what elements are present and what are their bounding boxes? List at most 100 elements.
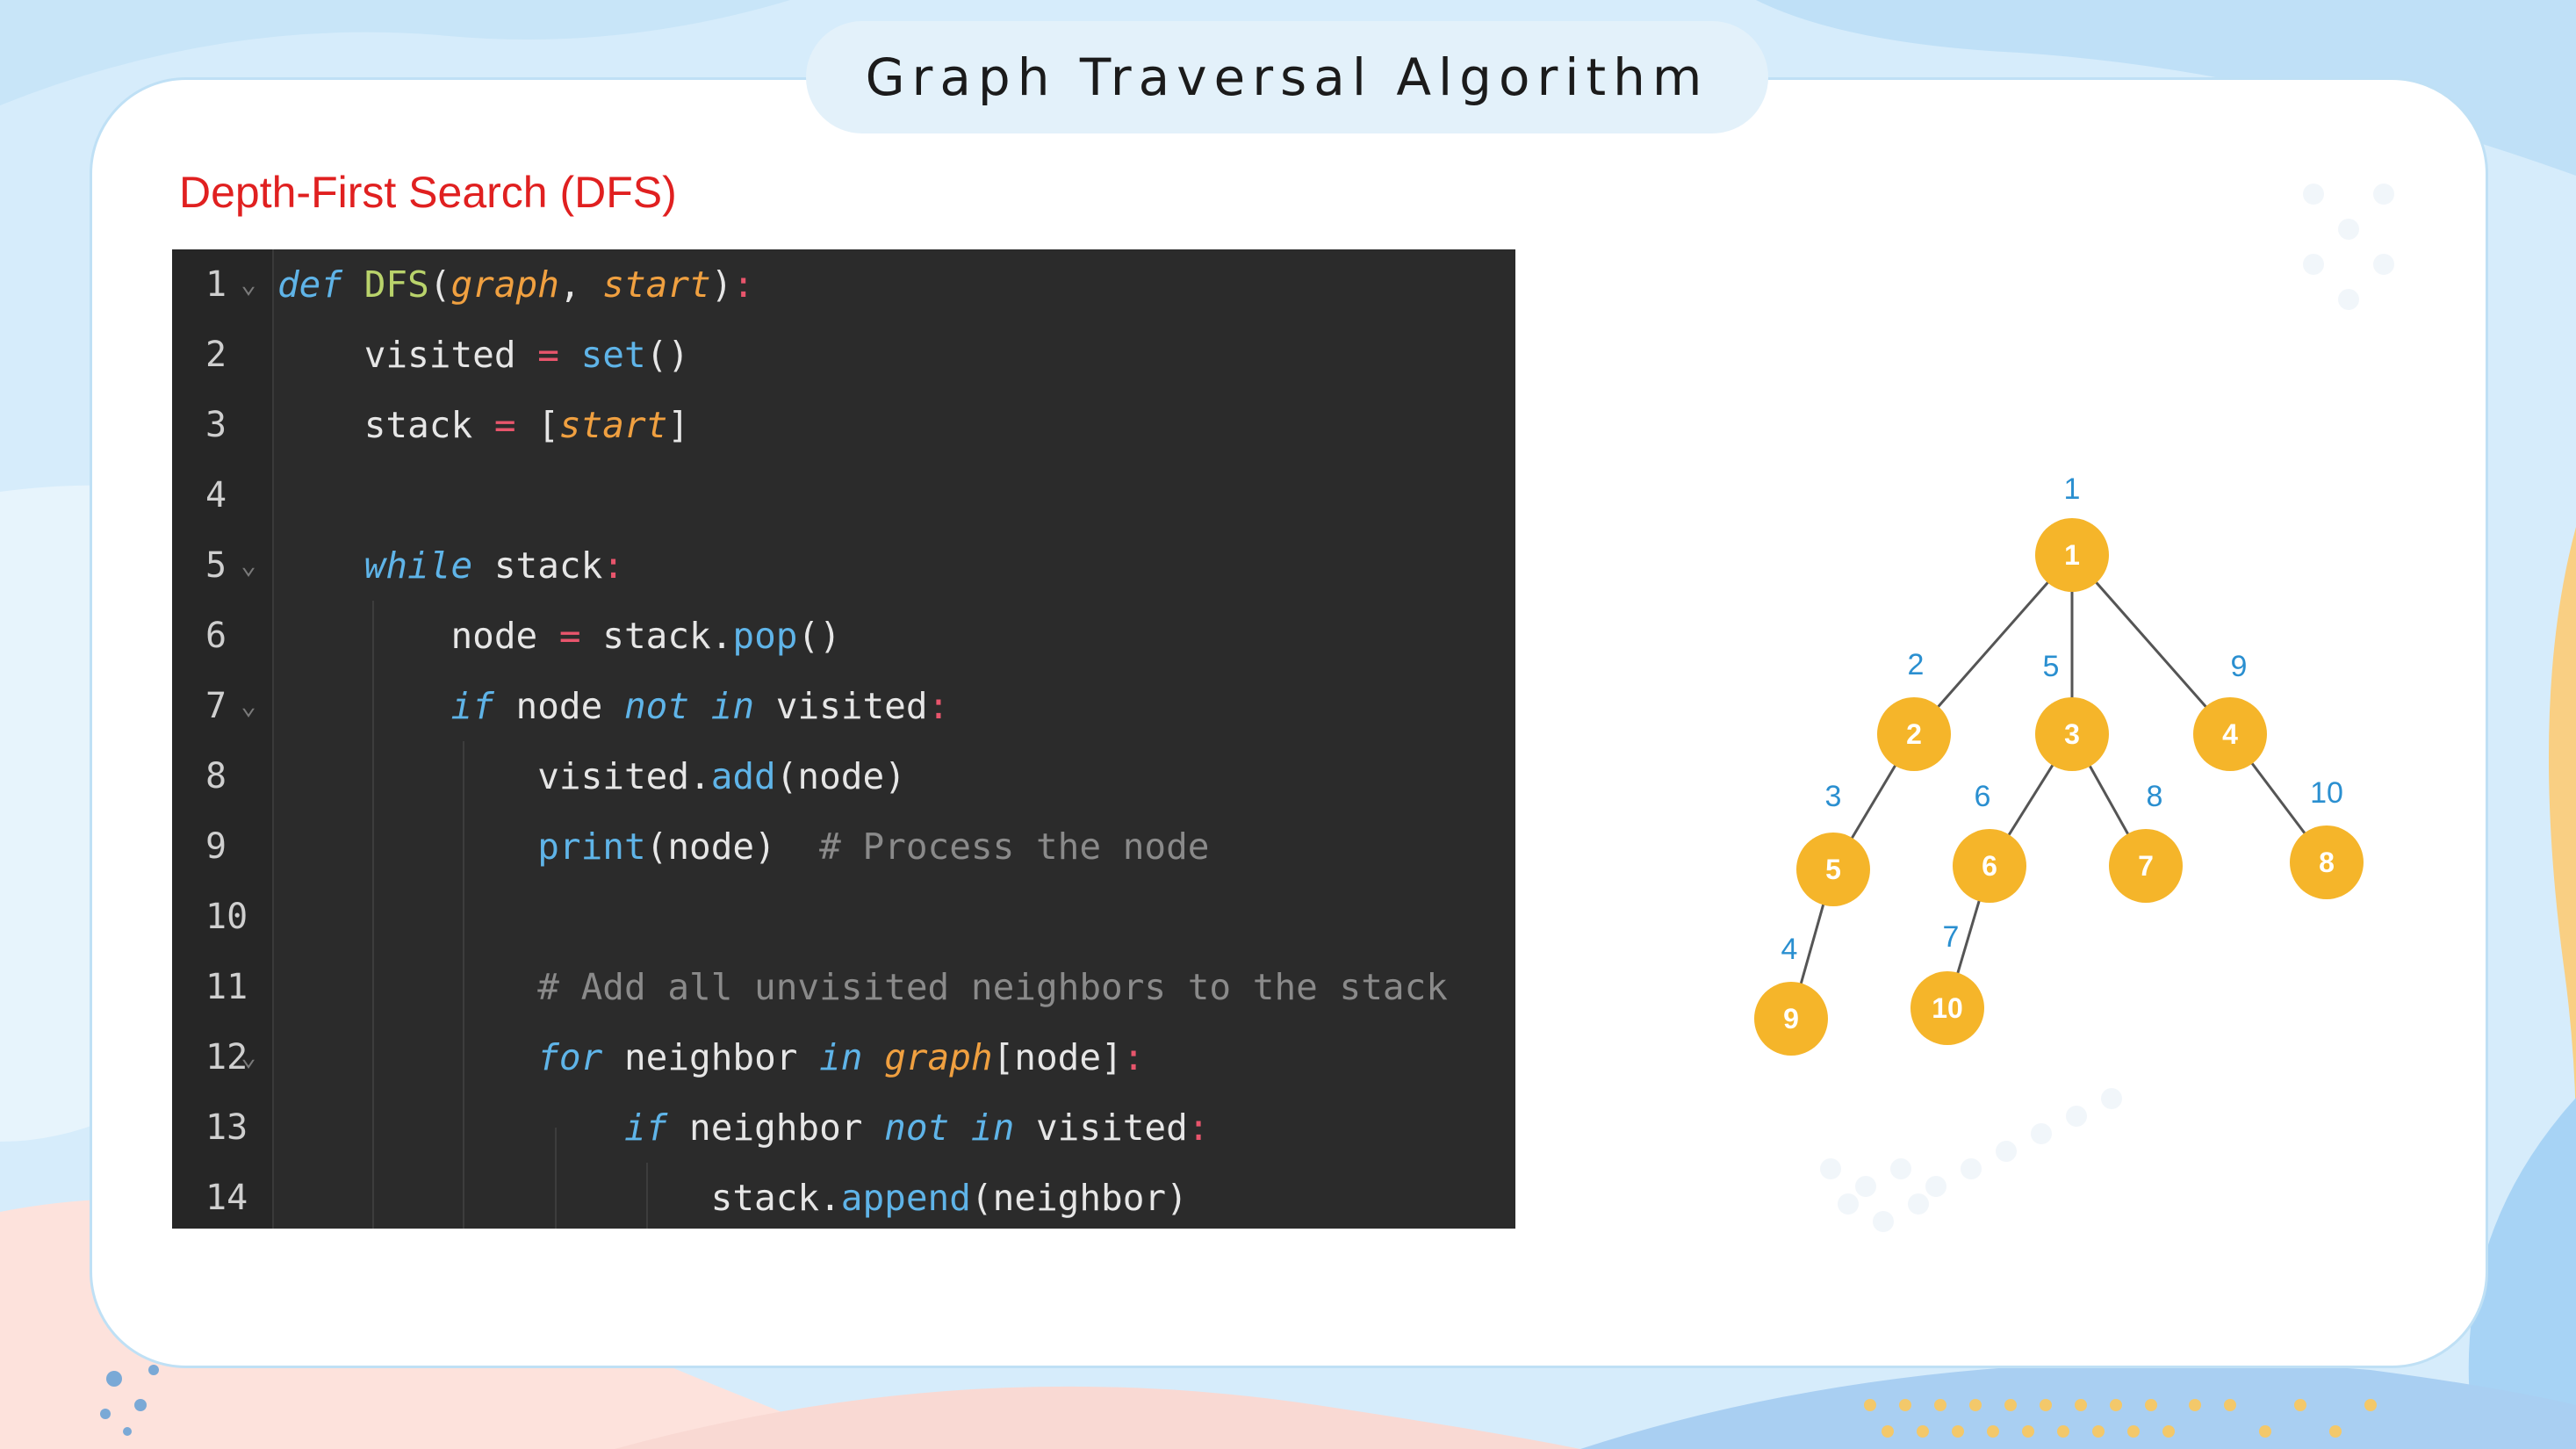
line-number: 10 — [205, 897, 248, 937]
code-line: 7 ⌄ if node not in visited: — [172, 671, 1515, 741]
code-line: 4 — [172, 460, 1515, 530]
code-line: 3 stack = [start] — [172, 390, 1515, 460]
code-token: stack — [277, 404, 494, 446]
code-token: = — [558, 615, 581, 657]
code-text: print(node) # Process the node — [277, 811, 1209, 882]
code-text: stack.append(neighbor) — [277, 1163, 1188, 1229]
code-token: (node) — [775, 755, 906, 797]
fold-chevron-icon[interactable]: ⌄ — [241, 671, 256, 741]
code-token: DFS — [363, 263, 429, 306]
visit-order-label: 7 — [1943, 920, 1960, 954]
code-text: while stack: — [277, 530, 624, 601]
code-token: add — [710, 755, 776, 797]
code-text: node = stack.pop() — [277, 601, 840, 671]
code-token: start — [558, 404, 668, 446]
code-token: visited — [754, 685, 928, 727]
page-title: Graph Traversal Algorithm — [865, 47, 1709, 107]
code-token: visited — [277, 334, 538, 376]
code-token: node — [277, 615, 559, 657]
code-token: stack — [472, 544, 603, 587]
fold-chevron-icon[interactable]: ⌄ — [241, 530, 256, 601]
code-line: 8 visited.add(node) — [172, 741, 1515, 811]
tree-node-label: 1 — [2064, 539, 2080, 571]
code-token: not in — [884, 1107, 1015, 1149]
code-token: ) — [710, 263, 733, 306]
tree-svg: 1 2 3 4 5 6 7 8 9 10 1 2 3 4 5 6 7 8 9 10 — [1754, 472, 2364, 1056]
code-token: print — [537, 825, 646, 868]
code-token: not in — [623, 685, 755, 727]
code-token: ( — [428, 263, 451, 306]
code-line: 12 ⌄ for neighbor in graph[node]: — [172, 1022, 1515, 1092]
line-number: 5 — [205, 545, 227, 586]
code-token: : — [732, 263, 755, 306]
tree-node-label: 7 — [2138, 850, 2154, 882]
visit-order-label: 3 — [1825, 780, 1842, 813]
line-number: 7 — [205, 686, 227, 726]
code-token: for — [537, 1036, 603, 1078]
code-token: neighbor — [667, 1107, 885, 1149]
line-number: 2 — [205, 335, 227, 375]
code-line: 1 ⌄ def DFS(graph, start): — [172, 249, 1515, 320]
line-number: 1 — [205, 264, 227, 305]
code-token: append — [840, 1177, 971, 1219]
code-token: neighbor — [602, 1036, 820, 1078]
tree-node-label: 2 — [1906, 718, 1922, 750]
code-token: = — [493, 404, 516, 446]
code-token: node — [493, 685, 624, 727]
code-token: if — [450, 685, 494, 727]
visit-order-label: 5 — [2043, 650, 2060, 683]
code-token: visited — [1014, 1107, 1188, 1149]
line-number: 9 — [205, 826, 227, 867]
line-number: 14 — [205, 1178, 248, 1218]
line-number: 8 — [205, 756, 227, 797]
title-banner: Graph Traversal Algorithm — [806, 21, 1768, 133]
fold-chevron-icon[interactable]: ⌄ — [241, 1022, 256, 1092]
code-line: 10 — [172, 882, 1515, 952]
code-text: if neighbor not in visited: — [277, 1092, 1210, 1163]
code-token: if — [623, 1107, 668, 1149]
code-token: graph — [884, 1036, 993, 1078]
dfs-tree-diagram: 1 2 3 4 5 6 7 8 9 10 1 2 3 4 5 6 7 8 9 10 — [1721, 457, 2406, 1089]
code-line: 14 stack.append(neighbor) — [172, 1163, 1515, 1229]
code-token: [ — [515, 404, 559, 446]
code-token: (node) — [645, 825, 820, 868]
code-token: # Add all unvisited neighbors to the sta… — [537, 966, 1448, 1008]
code-text: stack = [start] — [277, 390, 689, 460]
tree-node-label: 4 — [2222, 718, 2238, 750]
section-subtitle: Depth-First Search (DFS) — [179, 168, 677, 217]
line-number: 4 — [205, 475, 227, 515]
code-token: : — [1187, 1107, 1210, 1149]
line-number: 11 — [205, 967, 248, 1007]
code-token: # Process the node — [819, 825, 1210, 868]
line-number: 6 — [205, 616, 227, 656]
code-token: () — [645, 334, 690, 376]
code-token: while — [363, 544, 473, 587]
code-token: : — [1122, 1036, 1145, 1078]
code-text: visited = set() — [277, 320, 689, 390]
code-token: stack. — [277, 1177, 841, 1219]
visit-order-label: 10 — [2310, 776, 2343, 810]
code-token: def — [277, 263, 343, 306]
tree-node-label: 8 — [2319, 847, 2335, 878]
code-token: [node] — [992, 1036, 1123, 1078]
code-line: 6 node = stack.pop() — [172, 601, 1515, 671]
tree-node-label: 5 — [1825, 854, 1841, 885]
tree-node-label: 3 — [2064, 718, 2080, 750]
tree-node-label: 10 — [1932, 992, 1963, 1024]
code-token: : — [927, 685, 950, 727]
code-token: stack. — [580, 615, 733, 657]
code-token: , — [558, 263, 603, 306]
tree-node-label: 6 — [1982, 850, 1997, 882]
line-number: 3 — [205, 405, 227, 445]
code-text: def DFS(graph, start): — [277, 249, 754, 320]
code-text: visited.add(node) — [277, 741, 906, 811]
fold-chevron-icon[interactable]: ⌄ — [241, 249, 256, 320]
code-token: : — [602, 544, 624, 587]
